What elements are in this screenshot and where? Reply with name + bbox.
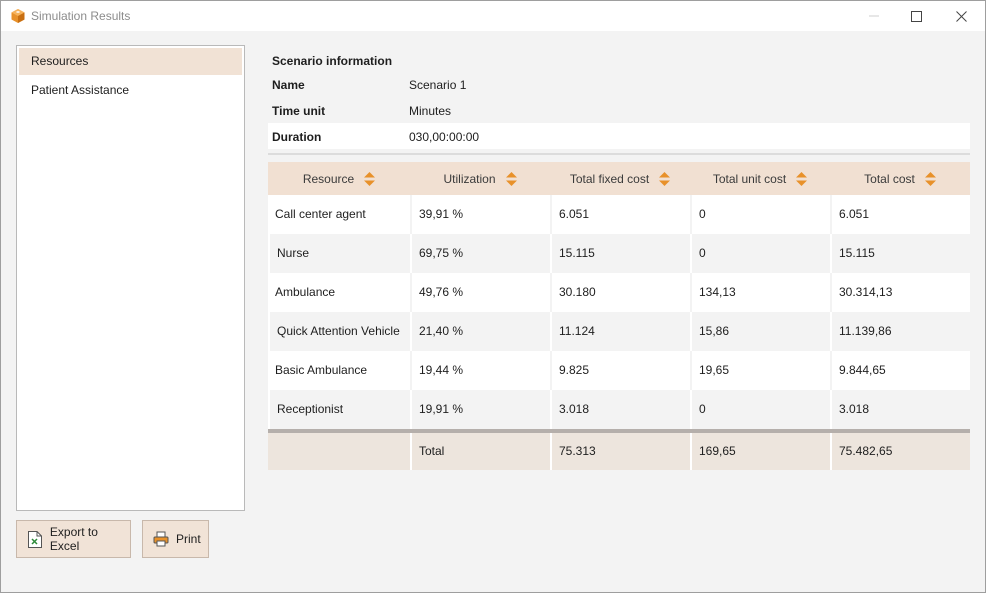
table-cell: 0 xyxy=(690,234,830,273)
nav-item-patient-assistance[interactable]: Patient Assistance xyxy=(19,77,242,104)
info-row-name: Name Scenario 1 xyxy=(268,71,970,97)
table-cell: 39,91 % xyxy=(410,195,550,234)
window-title: Simulation Results xyxy=(31,9,131,23)
printer-icon xyxy=(153,530,169,548)
table-cell: 6.051 xyxy=(830,195,970,234)
column-header-label: Utilization xyxy=(443,171,496,186)
table-cell: 9.844,65 xyxy=(830,351,970,390)
close-icon xyxy=(956,10,967,22)
title-bar: Simulation Results xyxy=(1,1,985,31)
table-cell: 19,91 % xyxy=(410,390,550,429)
table-cell: 3.018 xyxy=(830,390,970,429)
table-cell: 11.139,86 xyxy=(830,312,970,351)
table-row[interactable]: Basic Ambulance 19,44 % 9.825 19,65 9.84… xyxy=(268,351,970,390)
info-value: Minutes xyxy=(409,104,452,118)
table-cell: 15.115 xyxy=(830,234,970,273)
table-row[interactable]: Ambulance 49,76 % 30.180 134,13 30.314,1… xyxy=(268,273,970,312)
column-header-label: Total unit cost xyxy=(712,171,787,186)
info-label: Time unit xyxy=(272,104,326,118)
table-cell: 75.482,65 xyxy=(830,433,970,470)
sort-icon[interactable] xyxy=(924,171,936,186)
table-cell: 69,75 % xyxy=(410,234,550,273)
total-label: Total xyxy=(410,433,550,470)
table-cell: 3.018 xyxy=(550,390,690,429)
table-cell: 49,76 % xyxy=(410,273,550,312)
table-cell: 169,65 xyxy=(690,433,830,470)
resources-table: Resource Utilization Total fixed cost To… xyxy=(268,162,970,470)
table-row[interactable]: Quick Attention Vehicle 21,40 % 11.124 1… xyxy=(268,312,970,351)
info-value: 030,00:00:00 xyxy=(409,130,480,144)
table-cell: Receptionist xyxy=(268,390,410,429)
table-cell: 0 xyxy=(690,390,830,429)
table-cell: 30.314,13 xyxy=(830,273,970,312)
info-value: Scenario 1 xyxy=(409,78,467,92)
sort-icon[interactable] xyxy=(659,171,671,186)
nav-item-resources[interactable]: Resources xyxy=(19,48,242,75)
maximize-icon xyxy=(911,10,922,22)
table-cell: Nurse xyxy=(268,234,410,273)
table-cell: 30.180 xyxy=(550,273,690,312)
table-cell: 15,86 xyxy=(690,312,830,351)
export-to-excel-button[interactable]: Export to Excel xyxy=(16,520,131,558)
column-header-resource[interactable]: Resource xyxy=(268,162,410,195)
table-cell: 21,40 % xyxy=(410,312,550,351)
info-row-duration: Duration 030,00:00:00 xyxy=(268,123,970,149)
column-header-utilization[interactable]: Utilization xyxy=(410,162,550,195)
nav-panel: Resources Patient Assistance xyxy=(16,45,245,511)
table-cell: Ambulance xyxy=(275,285,336,299)
column-header-label: Resource xyxy=(302,171,355,186)
print-label: Print xyxy=(176,532,201,546)
table-cell: 9.825 xyxy=(550,351,690,390)
table-cell xyxy=(268,433,410,470)
print-button[interactable]: Print xyxy=(142,520,209,558)
maximize-button[interactable] xyxy=(894,1,939,31)
table-header: Resource Utilization Total fixed cost To… xyxy=(268,162,970,195)
column-header-label: Total fixed cost xyxy=(569,171,650,186)
table-cell: 6.051 xyxy=(550,195,690,234)
excel-file-icon xyxy=(27,530,43,548)
table-cell: Basic Ambulance xyxy=(275,363,368,377)
table-cell: 11.124 xyxy=(550,312,690,351)
total-row: Total 75.313 169,65 75.482,65 xyxy=(268,433,970,470)
column-header-label: Total cost xyxy=(864,171,915,186)
divider xyxy=(268,153,970,155)
table-cell: 19,65 xyxy=(690,351,830,390)
info-label: Name xyxy=(272,78,305,92)
table-cell: 0 xyxy=(690,195,830,234)
info-row-time-unit: Time unit Minutes xyxy=(268,97,970,123)
export-to-excel-label: Export to Excel xyxy=(49,525,98,553)
table-row[interactable]: Receptionist 19,91 % 3.018 0 3.018 xyxy=(268,390,970,429)
sort-icon[interactable] xyxy=(796,171,808,186)
minimize-icon xyxy=(868,11,879,21)
table-cell: 134,13 xyxy=(690,273,830,312)
table-cell: 19,44 % xyxy=(410,351,550,390)
info-label: Duration xyxy=(272,130,322,144)
column-header-total-fixed-cost[interactable]: Total fixed cost xyxy=(550,162,690,195)
table-row[interactable]: Nurse 69,75 % 15.115 0 15.115 xyxy=(268,234,970,273)
table-cell: 15.115 xyxy=(550,234,690,273)
simulation-results-window: Simulation Results Resources Patient Ass… xyxy=(0,0,986,593)
minimize-button[interactable] xyxy=(851,1,896,31)
column-header-total-cost[interactable]: Total cost xyxy=(830,162,970,195)
scenario-heading: Scenario information xyxy=(272,54,393,68)
table-cell: Quick Attention Vehicle xyxy=(268,312,410,351)
table-cell: Call center agent xyxy=(275,207,366,221)
cube-icon xyxy=(10,8,26,24)
table-row[interactable]: Call center agent 39,91 % 6.051 0 6.051 xyxy=(268,195,970,234)
sort-icon[interactable] xyxy=(505,171,517,186)
close-button[interactable] xyxy=(939,1,984,31)
table-cell: 75.313 xyxy=(550,433,690,470)
sort-icon[interactable] xyxy=(364,171,376,186)
column-header-total-unit-cost[interactable]: Total unit cost xyxy=(690,162,830,195)
